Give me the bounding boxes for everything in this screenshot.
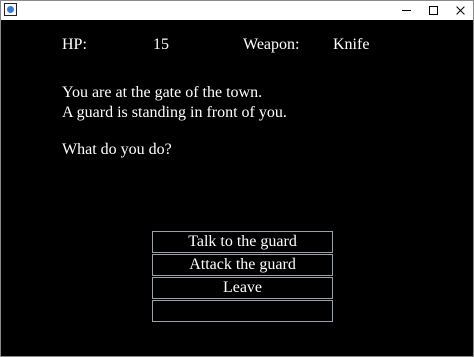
close-button[interactable] bbox=[445, 1, 474, 20]
title-bar[interactable] bbox=[1, 1, 473, 20]
story-prompt: What do you do? bbox=[62, 141, 172, 158]
story-line-2: A guard is standing in front of you. bbox=[62, 104, 287, 121]
maximize-button[interactable] bbox=[418, 1, 448, 20]
choice-empty-button[interactable] bbox=[152, 300, 333, 322]
minimize-icon bbox=[401, 10, 411, 11]
story-text: You are at the gate of the town. A guard… bbox=[62, 83, 287, 160]
weapon-value: Knife bbox=[333, 36, 370, 53]
app-face-icon bbox=[4, 3, 17, 16]
hp-label: HP: bbox=[62, 36, 87, 53]
weapon-label: Weapon: bbox=[243, 36, 300, 53]
choice-menu: Talk to the guard Attack the guard Leave bbox=[152, 231, 333, 322]
minimize-button[interactable] bbox=[391, 1, 421, 20]
hp-value: 15 bbox=[153, 36, 169, 53]
close-icon bbox=[455, 6, 465, 16]
choice-attack-button[interactable]: Attack the guard bbox=[152, 254, 333, 276]
choice-leave-button[interactable]: Leave bbox=[152, 277, 333, 299]
game-screen: HP: 15 Weapon: Knife You are at the gate… bbox=[1, 20, 473, 356]
game-window: HP: 15 Weapon: Knife You are at the gate… bbox=[0, 0, 474, 357]
story-line-1: You are at the gate of the town. bbox=[62, 84, 263, 101]
choice-talk-button[interactable]: Talk to the guard bbox=[152, 231, 333, 253]
maximize-icon bbox=[428, 6, 438, 15]
